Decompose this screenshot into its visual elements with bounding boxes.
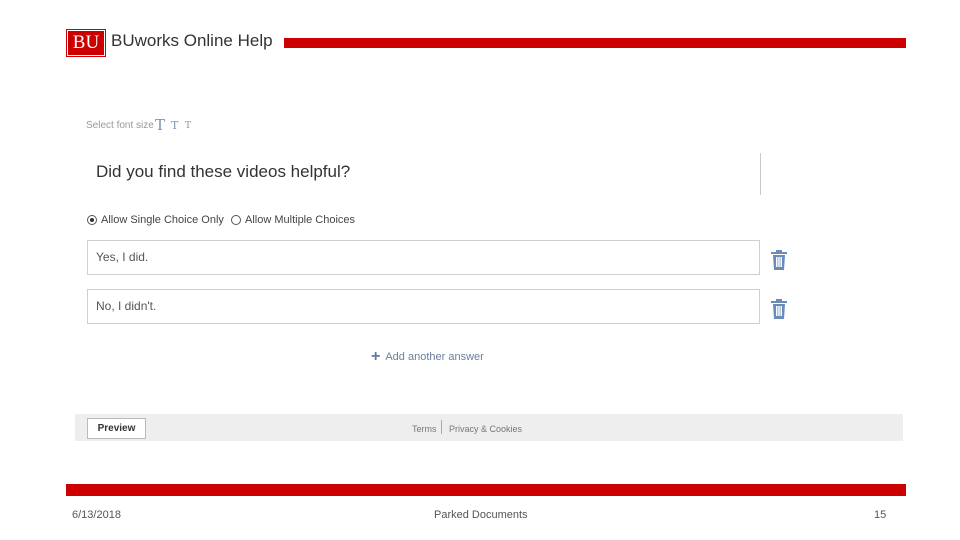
multiple-choice-radio[interactable]: Allow Multiple Choices [231,214,355,226]
answer-input[interactable]: Yes, I did. [87,240,760,275]
trash-icon[interactable] [770,250,788,270]
bottom-rule [66,484,906,496]
header-rule [284,38,906,48]
font-size-medium-button[interactable]: T [171,119,178,132]
privacy-link[interactable]: Privacy & Cookies [449,424,522,434]
font-size-large-button[interactable]: T [155,116,165,134]
question-divider [760,153,761,195]
add-answer-button[interactable]: + Add another answer [371,348,484,365]
answer-input[interactable]: No, I didn't. [87,289,760,324]
font-size-label: Select font size [86,120,154,131]
radio-unchecked-icon [231,215,241,225]
add-answer-label: Add another answer [385,351,484,363]
site-title: BUworks Online Help [111,31,273,50]
terms-link[interactable]: Terms [412,424,437,434]
radio-checked-icon [87,215,97,225]
preview-button[interactable]: Preview [87,418,146,439]
footer-divider [441,420,442,434]
font-size-small-button[interactable]: T [185,121,191,131]
single-choice-radio[interactable]: Allow Single Choice Only [87,214,224,226]
question-title[interactable]: Did you find these videos helpful? [96,162,350,182]
single-choice-label: Allow Single Choice Only [101,214,224,226]
trash-icon[interactable] [770,299,788,319]
slide-number: 15 [874,509,887,521]
slide-caption: Parked Documents [434,509,528,521]
plus-icon: + [371,348,381,365]
multiple-choice-label: Allow Multiple Choices [245,214,356,226]
bu-logo: BU [66,29,106,57]
slide-date: 6/13/2018 [72,509,121,521]
